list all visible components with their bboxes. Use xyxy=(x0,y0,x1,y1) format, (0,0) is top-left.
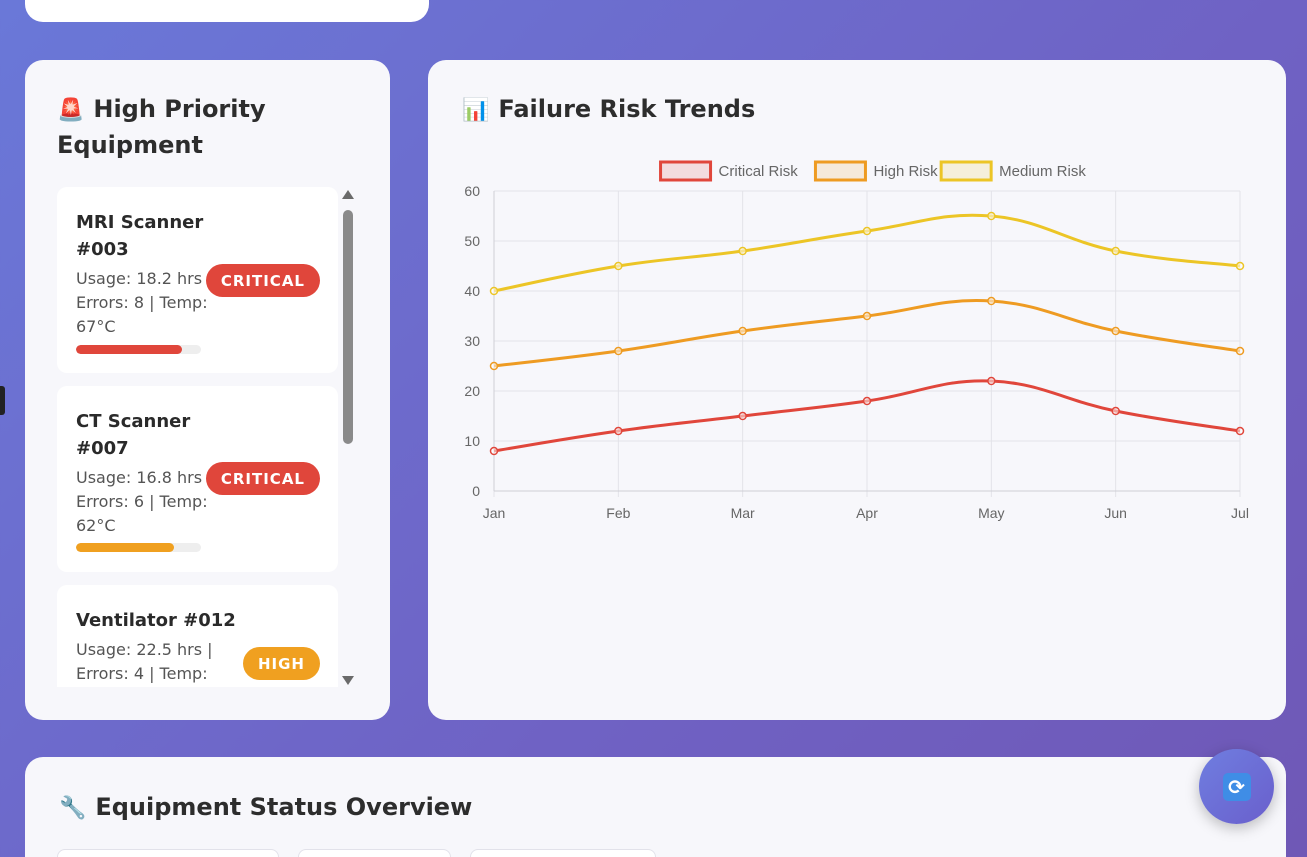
scroll-thumb[interactable] xyxy=(343,210,353,444)
data-point xyxy=(738,326,747,336)
scroll-down-arrow[interactable] xyxy=(342,676,354,685)
x-tick-label: May xyxy=(978,505,1004,521)
equipment-meta: Usage: 22.5 hrs | Errors: 4 | Temp: xyxy=(76,640,213,683)
failure-risk-panel: 📊 Failure Risk Trends 0 10 20 30 40 50 60 Jan Fe… xyxy=(428,60,1286,720)
equipment-name: Ventilator #012 xyxy=(76,610,236,631)
equipment-meta: Usage: 18.2 hrs | Errors: 8 | Temp: 67°C xyxy=(76,269,213,336)
data-point xyxy=(862,396,872,406)
legend-label: Critical Risk xyxy=(719,163,799,180)
high-priority-title-text: High Priority Equipment xyxy=(57,95,266,159)
data-point xyxy=(1235,261,1245,271)
x-tick-label: Mar xyxy=(731,505,755,521)
equipment-item[interactable]: Ventilator #012 Usage: 22.5 hrs | Errors… xyxy=(57,585,338,687)
data-point xyxy=(987,376,996,386)
legend-swatch xyxy=(813,160,867,182)
equipment-name: MRI Scanner #003 xyxy=(76,212,204,260)
status-overview-title-text: Equipment Status Overview xyxy=(95,793,473,821)
data-point xyxy=(1111,246,1120,256)
y-tick-label: 10 xyxy=(464,433,480,449)
status-tile[interactable] xyxy=(298,849,451,857)
failure-risk-chart: 0 10 20 30 40 50 60 Jan Feb Mar Apr May Jun Jul Critic… xyxy=(464,160,1249,521)
data-point xyxy=(1111,406,1120,416)
data-point xyxy=(738,246,747,256)
x-tick-label: Apr xyxy=(856,505,878,521)
status-tile[interactable] xyxy=(470,849,656,857)
equipment-name: CT Scanner #007 xyxy=(76,411,191,459)
legend-label: High Risk xyxy=(873,163,938,180)
data-point xyxy=(489,286,499,296)
data-point xyxy=(862,311,872,321)
status-badge: CRITICAL xyxy=(205,462,320,495)
high-priority-title: 🚨 High Priority Equipment xyxy=(57,92,357,163)
data-point xyxy=(1235,426,1245,436)
status-badge: CRITICAL xyxy=(205,264,320,297)
data-point xyxy=(987,211,996,221)
refresh-button[interactable]: ⟳ xyxy=(1199,749,1274,824)
risk-bar-fill xyxy=(76,543,174,552)
legend-swatch xyxy=(939,160,993,182)
y-tick-label: 60 xyxy=(464,183,480,199)
risk-bar-fill xyxy=(76,345,183,354)
equipment-list[interactable]: MRI Scanner #003 Usage: 18.2 hrs | Error… xyxy=(57,187,357,687)
x-tick-label: Jan xyxy=(483,505,506,521)
top-card xyxy=(25,0,429,22)
x-tick-label: Jul xyxy=(1231,505,1249,521)
data-point xyxy=(738,411,747,421)
y-tick-label: 20 xyxy=(464,383,480,399)
equipment-item[interactable]: CT Scanner #007 Usage: 16.8 hrs | Errors… xyxy=(57,386,338,572)
data-point xyxy=(489,361,499,371)
equipment-item[interactable]: MRI Scanner #003 Usage: 18.2 hrs | Error… xyxy=(57,187,338,373)
data-point xyxy=(862,226,872,236)
scroll-up-arrow[interactable] xyxy=(342,190,354,199)
data-point xyxy=(614,426,623,436)
data-point xyxy=(1111,326,1120,336)
refresh-icon: ⟳ xyxy=(1222,772,1251,801)
risk-bar xyxy=(76,543,201,552)
data-point xyxy=(489,446,499,456)
legend-swatch xyxy=(659,160,713,182)
x-tick-label: Jun xyxy=(1104,505,1127,521)
list-scrollbar[interactable] xyxy=(341,190,355,685)
data-point xyxy=(987,296,996,306)
risk-bar xyxy=(76,345,201,354)
data-point xyxy=(1235,346,1245,356)
legend-label: Medium Risk xyxy=(999,163,1086,180)
y-tick-label: 40 xyxy=(464,283,480,299)
equipment-meta: Usage: 16.8 hrs | Errors: 6 | Temp: 62°C xyxy=(76,468,213,535)
wrench-icon: 🔧 xyxy=(59,796,87,821)
data-point xyxy=(614,261,623,271)
y-tick-label: 0 xyxy=(472,483,480,499)
alarm-siren-icon: 🚨 xyxy=(57,98,85,123)
status-overview-title: 🔧 Equipment Status Overview xyxy=(59,790,472,826)
y-tick-label: 50 xyxy=(464,233,480,249)
status-overview-panel: 🔧 Equipment Status Overview xyxy=(25,757,1286,857)
status-tile[interactable] xyxy=(57,849,279,857)
side-handle[interactable] xyxy=(0,386,5,415)
high-priority-panel: 🚨 High Priority Equipment MRI Scanner #0… xyxy=(25,60,390,720)
y-tick-label: 30 xyxy=(464,333,480,349)
status-badge: HIGH xyxy=(242,647,320,680)
data-point xyxy=(614,346,623,356)
x-tick-label: Feb xyxy=(606,505,630,521)
